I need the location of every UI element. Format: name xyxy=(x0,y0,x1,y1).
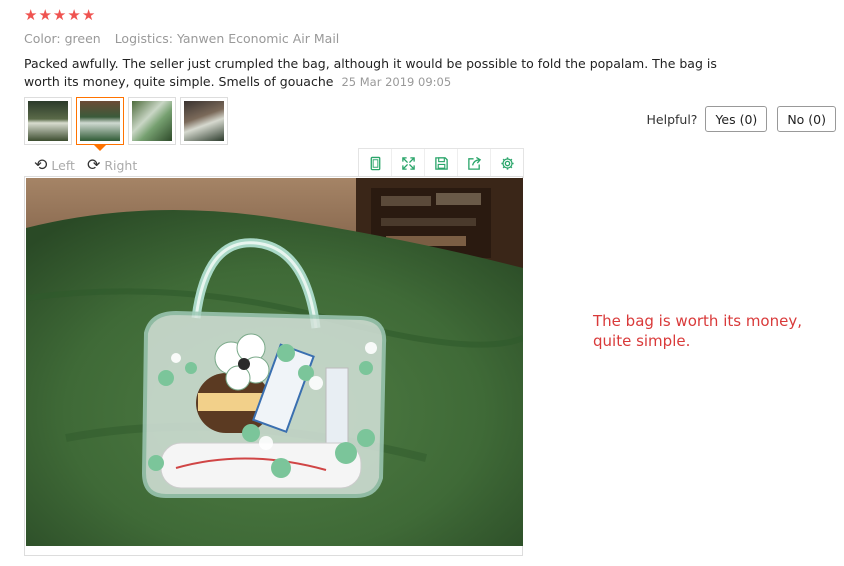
helpful-no-button[interactable]: No (0) xyxy=(777,106,836,132)
star-icon: ★ xyxy=(52,6,67,24)
rotate-right-icon: ⟳ xyxy=(86,155,101,174)
save-icon xyxy=(434,156,448,170)
review-photo xyxy=(26,178,523,546)
rotate-left-label: Left xyxy=(51,157,75,173)
review-date: 25 Mar 2019 09:05 xyxy=(341,75,452,89)
color-info: Color: green xyxy=(24,31,101,46)
rotate-right-label: Right xyxy=(104,157,138,173)
expand-button[interactable] xyxy=(392,149,425,177)
review-meta: Color: green Logistics: Yanwen Economic … xyxy=(24,31,339,46)
fit-icon xyxy=(370,156,380,170)
rotate-left-icon: ⟲ xyxy=(34,155,48,174)
helpful-label: Helpful? xyxy=(646,111,698,127)
rotate-right-button[interactable]: ⟳ Right xyxy=(87,157,137,173)
thumbnail-1[interactable] xyxy=(24,97,72,145)
star-icon: ★ xyxy=(24,6,38,24)
helpful-yes-button[interactable]: Yes (0) xyxy=(705,106,768,132)
rotate-left-button[interactable]: ⟲ Left xyxy=(34,157,75,173)
settings-button[interactable] xyxy=(491,149,523,177)
star-icon: ★ xyxy=(81,6,96,24)
rotate-controls: ⟲ Left ⟳ Right xyxy=(34,157,137,173)
thumbnail-3[interactable] xyxy=(128,97,176,145)
expand-icon xyxy=(401,156,415,170)
bag-photo-image xyxy=(26,178,523,546)
star-icon: ★ xyxy=(67,6,81,24)
settings-icon xyxy=(500,156,514,170)
logistics-info: Logistics: Yanwen Economic Air Mail xyxy=(114,31,340,46)
translation-annotation: The bag is worth its money, quite simple… xyxy=(593,312,802,350)
rating-stars: ★ ★ ★ ★ ★ xyxy=(24,7,95,23)
thumbnail-4[interactable] xyxy=(180,97,228,145)
review-body: Packed awfully. The seller just crumpled… xyxy=(24,55,744,91)
thumbnail-image xyxy=(80,101,120,141)
thumbnail-image xyxy=(28,101,68,141)
thumbnail-2[interactable] xyxy=(76,97,124,151)
save-button[interactable] xyxy=(425,149,458,177)
helpful-section: Helpful? Yes (0) No (0) xyxy=(647,106,836,132)
image-viewer[interactable] xyxy=(24,176,523,556)
thumbnail-image xyxy=(184,101,224,141)
share-button[interactable] xyxy=(458,149,491,177)
share-icon xyxy=(467,156,481,170)
star-icon: ★ xyxy=(38,6,52,24)
image-toolbar xyxy=(358,148,524,178)
thumbnail-image xyxy=(132,101,172,141)
fit-button[interactable] xyxy=(359,149,392,177)
photo-thumbnails xyxy=(24,97,228,151)
